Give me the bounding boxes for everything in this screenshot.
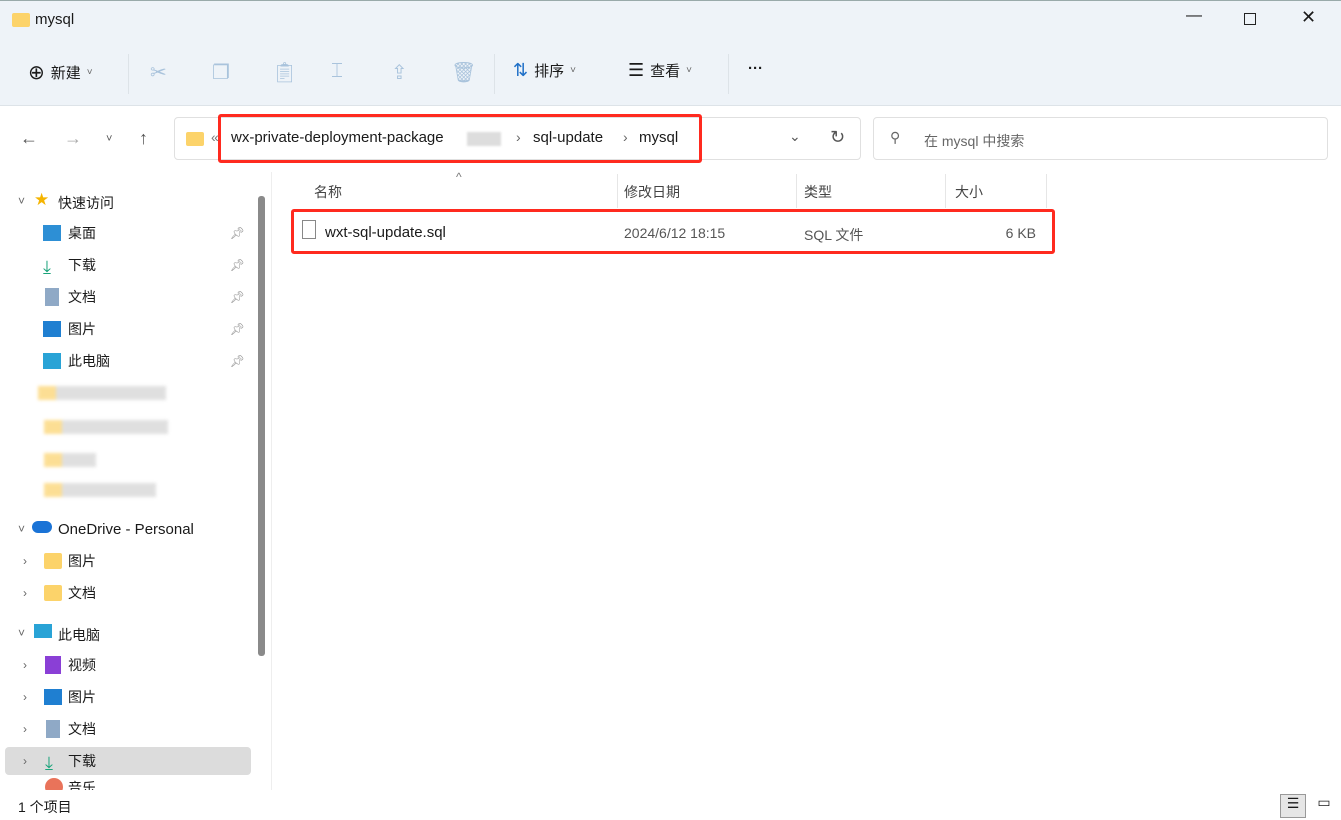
sidebar-item-documents[interactable]: › 文档 xyxy=(5,715,251,743)
redacted-folder[interactable] xyxy=(38,386,166,400)
sidebar-item-onedrive-documents[interactable]: › 文档 xyxy=(5,579,251,607)
sidebar-item-downloads[interactable]: › ⤓ 下载 xyxy=(5,747,251,775)
cut-icon[interactable]: ✂ xyxy=(150,60,167,85)
pin-icon[interactable]: 📌︎ xyxy=(230,290,245,304)
music-icon xyxy=(45,778,63,790)
address-history-dropdown[interactable]: ⌄ xyxy=(789,128,801,145)
sidebar-onedrive[interactable]: OneDrive - Personal xyxy=(58,521,194,538)
sort-label: 排序 xyxy=(534,63,565,80)
new-button[interactable]: ⊕ 新建 ˅ xyxy=(28,60,93,85)
sidebar-item-pictures[interactable]: › 图片 xyxy=(5,683,251,711)
collapse-chevron[interactable]: ˅ xyxy=(18,522,25,536)
monitor-icon xyxy=(34,624,52,638)
window-title: mysql xyxy=(35,11,75,28)
forward-button[interactable]: → xyxy=(64,128,82,149)
item-count: 1 个项目 xyxy=(18,799,72,815)
sidebar-this-pc[interactable]: 此电脑 xyxy=(58,625,100,645)
tiles-view-button[interactable]: ▭ xyxy=(1312,794,1336,818)
up-button[interactable]: ↑ xyxy=(139,128,148,149)
column-header-name[interactable]: 名称 xyxy=(314,182,342,202)
sidebar-item-downloads[interactable]: ⤓ 下载 📌︎ xyxy=(5,251,251,279)
sidebar-item-music[interactable]: 音乐 xyxy=(5,778,251,790)
sidebar-item-desktop[interactable]: 桌面 📌︎ xyxy=(5,219,251,247)
command-bar: ⊕ 新建 ˅ ✂ ❐ 📋︎ ⌶ ⇪ 🗑︎ ⇅ 排序 ˅ ☰ 查看 ˅ ··· xyxy=(0,42,1341,106)
desktop-icon xyxy=(43,225,61,241)
status-bar: 1 个项目 ☰ ▭ xyxy=(0,790,1341,820)
sort-indicator-icon: ^ xyxy=(456,170,462,184)
maximize-button[interactable] xyxy=(1244,13,1256,25)
copy-icon[interactable]: ❐ xyxy=(212,60,230,85)
view-icon: ☰ xyxy=(628,60,645,80)
sidebar-item-videos[interactable]: › 视频 xyxy=(5,651,251,679)
column-header-modified[interactable]: 修改日期 xyxy=(624,182,680,202)
collapse-chevron[interactable]: ˅ xyxy=(18,194,25,208)
paste-icon[interactable]: 📋︎ xyxy=(272,60,297,85)
view-label: 查看 xyxy=(650,63,681,80)
refresh-button[interactable]: ↻ xyxy=(830,127,845,148)
picture-icon xyxy=(44,689,62,705)
recent-dropdown[interactable]: ˅ xyxy=(106,133,112,145)
download-icon: ⤓ xyxy=(45,753,53,773)
sort-icon: ⇅ xyxy=(513,60,529,80)
folder-icon xyxy=(44,553,62,569)
folder-icon xyxy=(44,585,62,601)
pin-icon[interactable]: 📌︎ xyxy=(230,322,245,336)
minimize-button[interactable]: — xyxy=(1186,7,1202,25)
pin-icon[interactable]: 📌︎ xyxy=(230,226,245,240)
search-placeholder: 在 mysql 中搜索 xyxy=(924,133,1025,149)
sidebar-item-pictures[interactable]: 图片 📌︎ xyxy=(5,315,251,343)
redacted-folder[interactable] xyxy=(44,483,156,497)
redacted-folder[interactable] xyxy=(44,420,168,434)
search-icon: ⚲ xyxy=(890,129,901,145)
onedrive-icon xyxy=(32,521,52,533)
document-icon xyxy=(45,288,59,306)
pin-icon[interactable]: 📌︎ xyxy=(230,258,245,272)
star-icon: ★ xyxy=(34,190,50,209)
column-header-type[interactable]: 类型 xyxy=(804,182,832,202)
folder-icon xyxy=(12,13,30,27)
video-icon xyxy=(45,656,61,674)
back-button[interactable]: ← xyxy=(20,128,38,149)
delete-icon[interactable]: 🗑︎ xyxy=(451,60,476,85)
picture-icon xyxy=(43,321,61,337)
pin-icon[interactable]: 📌︎ xyxy=(230,354,245,368)
highlight-box xyxy=(218,114,702,163)
document-icon xyxy=(46,720,60,738)
sidebar-item-this-pc[interactable]: 此电脑 📌︎ xyxy=(5,347,251,375)
more-button[interactable]: ··· xyxy=(748,60,763,77)
monitor-icon xyxy=(43,353,61,369)
column-header-size[interactable]: 大小 xyxy=(955,182,983,202)
navigation-pane: ˅ ★ 快速访问 桌面 📌︎ ⤓ 下载 📌︎ 文档 📌︎ 图片 📌︎ 此电脑 📌︎ ˅ On… xyxy=(0,172,272,790)
new-label: 新建 xyxy=(50,65,81,82)
sidebar-scrollbar[interactable] xyxy=(258,196,265,656)
rename-icon[interactable]: ⌶ xyxy=(331,60,343,83)
redacted-folder[interactable] xyxy=(44,453,96,467)
sidebar-item-onedrive-pictures[interactable]: › 图片 xyxy=(5,547,251,575)
sidebar-item-documents[interactable]: 文档 📌︎ xyxy=(5,283,251,311)
details-view-button[interactable]: ☰ xyxy=(1280,794,1306,818)
close-button[interactable]: ✕ xyxy=(1301,7,1316,28)
share-icon[interactable]: ⇪ xyxy=(391,60,408,85)
sort-button[interactable]: ⇅ 排序 ˅ xyxy=(513,60,576,81)
view-button[interactable]: ☰ 查看 ˅ xyxy=(628,60,692,81)
title-bar: mysql — ✕ xyxy=(0,0,1341,42)
download-icon: ⤓ xyxy=(43,257,51,277)
folder-icon xyxy=(186,132,204,146)
sidebar-quick-access[interactable]: 快速访问 xyxy=(58,193,114,213)
highlight-box xyxy=(291,209,1055,254)
plus-circle-icon: ⊕ xyxy=(28,62,45,84)
search-box[interactable]: ⚲ 在 mysql 中搜索 xyxy=(873,117,1328,160)
collapse-chevron[interactable]: ˅ xyxy=(18,626,25,640)
